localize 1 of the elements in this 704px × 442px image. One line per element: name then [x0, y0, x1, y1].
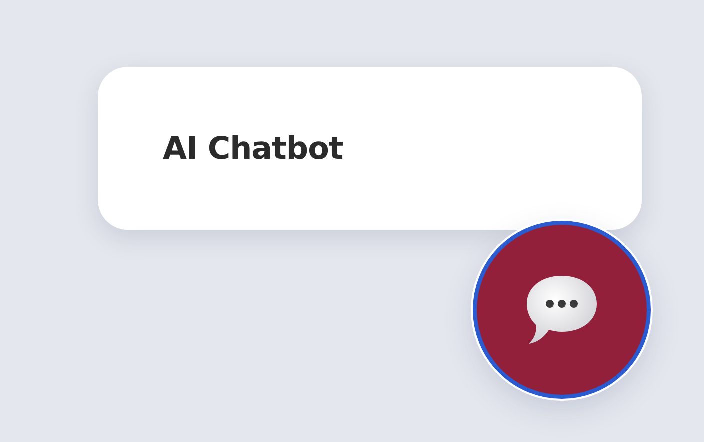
card-title: AI Chatbot — [163, 130, 344, 166]
